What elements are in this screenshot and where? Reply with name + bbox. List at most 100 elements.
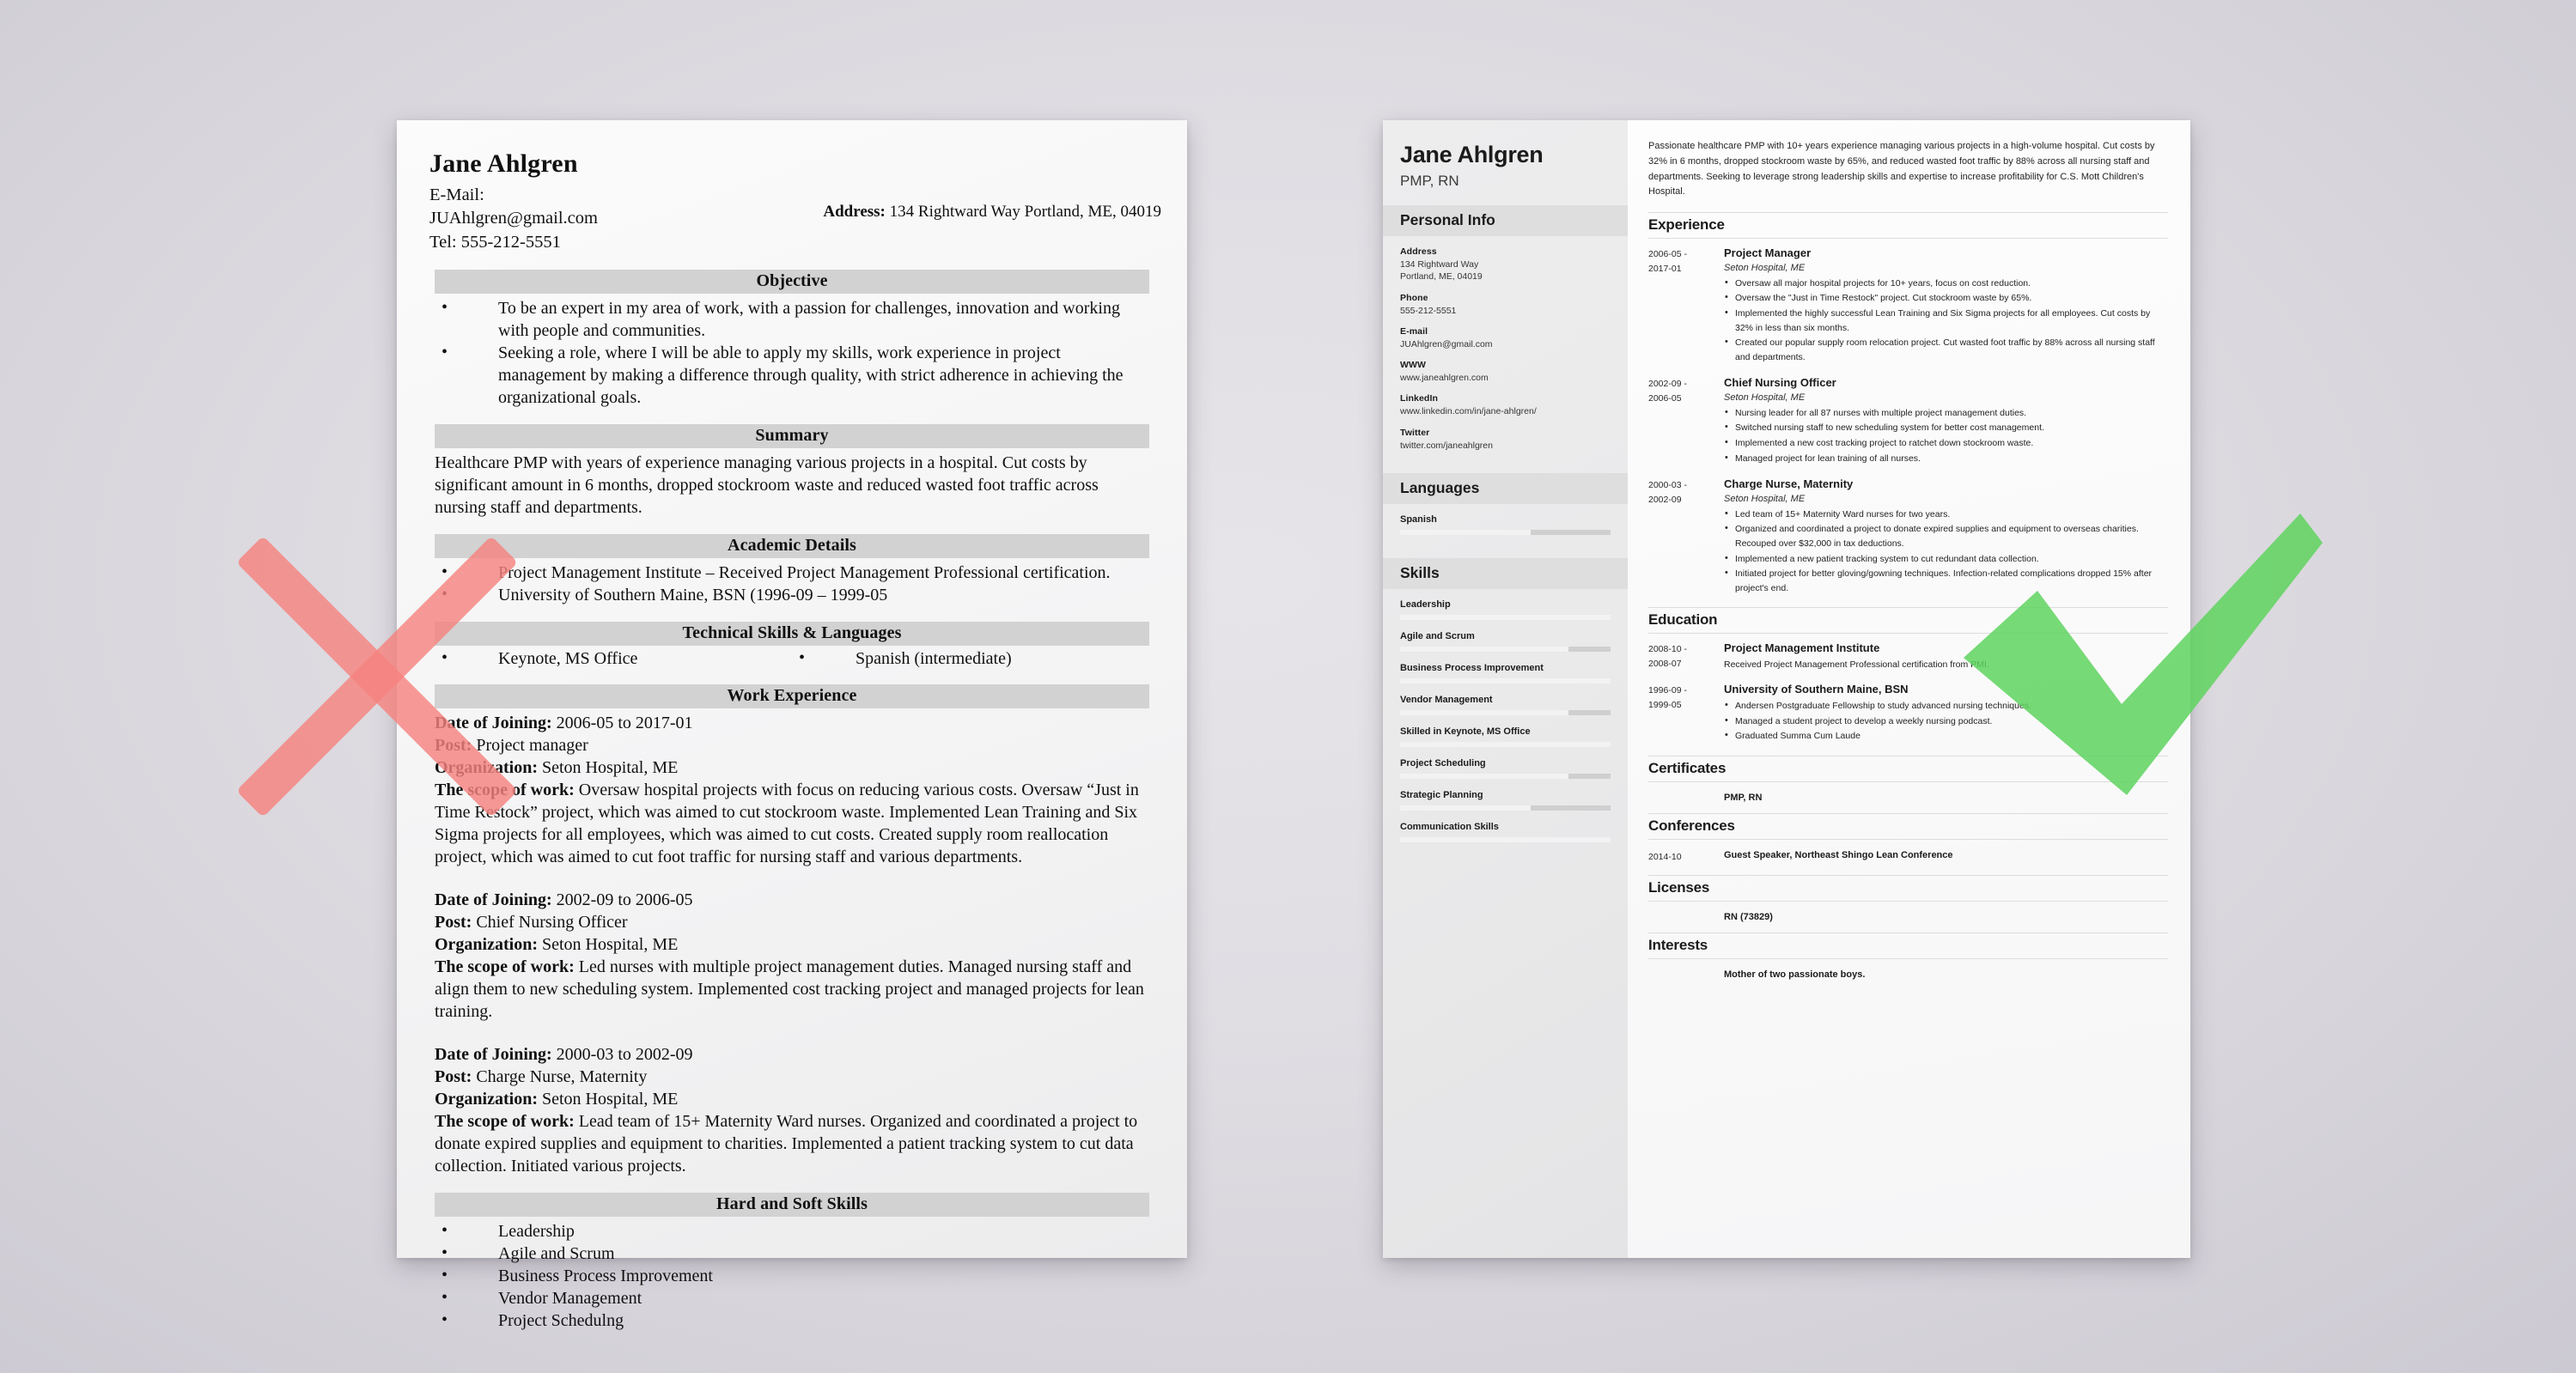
bad-resume-contact-row: E-Mail: JUAhlgren@gmail.com Tel: 555-212…	[429, 184, 1161, 254]
good-resume-page: Jane Ahlgren PMP, RN Personal Info Addre…	[1383, 120, 2190, 1258]
contact-field-label: E-mail	[1400, 325, 1428, 337]
list-item: Switched nursing staff to new scheduling…	[1724, 421, 2168, 435]
rating-bar	[1400, 614, 1611, 620]
rating-bar	[1400, 529, 1611, 535]
entry-text: Received Project Management Professional…	[1724, 659, 1989, 670]
good-summary-text: Passionate healthcare PMP with 10+ years…	[1648, 141, 2155, 197]
bad-work-date-label: Date of Joining:	[435, 1045, 552, 1065]
contact-field-value: 134 Rightward Way Portland, ME, 04019	[1400, 259, 1483, 282]
skill-rating: Vendor Management	[1400, 695, 1611, 715]
skill-name: Vendor Management	[1400, 694, 1493, 705]
good-section-heading-certificates: Certificates	[1648, 755, 2168, 782]
certificates-row: PMP, RN	[1648, 790, 2168, 806]
rating-bar	[1400, 709, 1611, 715]
contact-field-label: WWW	[1400, 360, 1427, 371]
bad-section-heading-work: Work Experience	[435, 684, 1149, 709]
skill-name: Leadership	[1400, 598, 1451, 610]
bad-work-entry: Date of Joining: 2002-09 to 2006-05 Post…	[435, 889, 1149, 1023]
skill-rating: Skilled in Keynote, MS Office	[1400, 726, 1611, 747]
bad-resume-address: Address: 134 Rightward Way Portland, ME,…	[823, 184, 1161, 222]
contact-field-value: twitter.com/janeahlgren	[1400, 440, 1493, 451]
list-item: Led team of 15+ Maternity Ward nurses fo…	[1724, 507, 2168, 522]
bad-work-entry: Date of Joining: 2006-05 to 2017-01 Post…	[435, 712, 1149, 868]
list-item: University of Southern Maine, BSN (1996-…	[435, 583, 1149, 606]
skill-name: Skilled in Keynote, MS Office	[1400, 726, 1531, 737]
bad-work-date-label: Date of Joining:	[435, 714, 552, 733]
entry-date: 2000-03 - 2002-09	[1648, 480, 1687, 506]
bad-work-org-label: Organization:	[435, 935, 538, 955]
rating-bar-fill	[1400, 741, 1611, 747]
bad-work-date-value: 2000-03 to 2002-09	[551, 1045, 693, 1065]
bad-work-date-value: 2006-05 to 2017-01	[551, 714, 693, 733]
good-resume-main: Passionate healthcare PMP with 10+ years…	[1628, 120, 2190, 1258]
bad-work-post-label: Post:	[435, 1067, 472, 1087]
entry-role: University of Southern Maine, BSN	[1724, 683, 1909, 696]
list-item: Project Management Institute – Received …	[435, 561, 1149, 584]
good-resume-header: Jane Ahlgren PMP, RN	[1383, 120, 1628, 205]
contact-field: WWW www.janeahlgren.com	[1400, 360, 1611, 384]
list-item: Organized and coordinated a project to d…	[1724, 521, 2168, 550]
bad-resume-contact-left: E-Mail: JUAhlgren@gmail.com Tel: 555-212…	[429, 184, 642, 254]
entry-detail: Charge Nurse, Maternity Seton Hospital, …	[1724, 477, 2168, 596]
bad-technical-row: Keynote, MS Office Spanish (intermediate…	[435, 648, 1149, 669]
list-item: Seeking a role, where I will be able to …	[435, 341, 1149, 409]
bad-work-scope-label: The scope of work:	[435, 781, 575, 800]
entry-role: Charge Nurse, Maternity	[1724, 477, 1854, 491]
good-resume-sidebar: Jane Ahlgren PMP, RN Personal Info Addre…	[1383, 120, 1628, 1258]
good-languages-list: Spanish	[1383, 504, 1628, 558]
rating-bar	[1400, 836, 1611, 842]
rating-bar	[1400, 773, 1611, 779]
rating-bar	[1400, 805, 1611, 811]
bad-resume-name: Jane Ahlgren	[429, 149, 578, 178]
entry-date	[1648, 969, 1724, 980]
entry-bullets: Andersen Postgraduate Fellowship to stud…	[1724, 698, 2168, 744]
entry-value: Mother of two passionate boys.	[1724, 969, 1866, 980]
skill-rating: Communication Skills	[1400, 822, 1611, 842]
list-item: Nursing leader for all 87 nurses with mu…	[1724, 405, 2168, 421]
rating-bar-fill	[1400, 614, 1611, 620]
rating-bar	[1400, 677, 1611, 683]
licenses-row: RN (73829)	[1648, 909, 2168, 926]
skill-name: Business Process Improvement	[1400, 662, 1544, 673]
bad-section-heading-objective: Objective	[435, 270, 1149, 295]
entry-role: Chief Nursing Officer	[1724, 376, 1836, 390]
list-item: Leadership	[435, 1219, 1149, 1242]
entry-date: 2006-05 - 2017-01	[1648, 249, 1687, 275]
contact-field-label: Twitter	[1400, 427, 1430, 438]
bad-section-heading-skills: Hard and Soft Skills	[435, 1193, 1149, 1218]
good-resume-name: Jane Ahlgren	[1400, 142, 1544, 167]
contact-field: E-mail JUAhlgren@gmail.com	[1400, 326, 1611, 350]
bad-technical-left: Keynote, MS Office	[435, 648, 792, 669]
entry-detail: Project Manager Seton Hospital, ME Overs…	[1724, 246, 2168, 365]
rating-bar-fill	[1400, 529, 1531, 535]
skill-rating: Business Process Improvement	[1400, 663, 1611, 683]
bad-academic-list: Project Management Institute – Received …	[435, 561, 1149, 606]
entry-org: Seton Hospital, ME	[1724, 493, 1806, 504]
entry-date: 2002-09 - 2006-05	[1648, 379, 1687, 404]
bad-resume-address-label: Address:	[823, 203, 886, 221]
bad-resume-email: E-Mail: JUAhlgren@gmail.com	[429, 185, 598, 228]
skill-name: Agile and Scrum	[1400, 630, 1475, 641]
entry-value: Guest Speaker, Northeast Shingo Lean Con…	[1724, 849, 1953, 860]
entry-value: PMP, RN	[1724, 792, 1763, 803]
list-item: Implemented a new patient tracking syste…	[1724, 551, 2168, 567]
list-item: Managed project for lean training of all…	[1724, 451, 2168, 466]
rating-bar-fill	[1400, 646, 1568, 652]
list-item: Oversaw all major hospital projects for …	[1724, 276, 2168, 291]
bad-work-date-value: 2002-09 to 2006-05	[551, 890, 693, 910]
entry-detail: University of Southern Maine, BSN Anders…	[1724, 683, 2168, 744]
good-section-heading-licenses: Licenses	[1648, 874, 2168, 902]
entry-bullets: Nursing leader for all 87 nurses with mu…	[1724, 405, 2168, 466]
contact-field-value: JUAhlgren@gmail.com	[1400, 338, 1493, 349]
bad-resume-page: Jane Ahlgren E-Mail: JUAhlgren@gmail.com…	[397, 120, 1187, 1331]
list-item: Agile and Scrum	[435, 1242, 1149, 1265]
experience-entry: 2000-03 - 2002-09 Charge Nurse, Maternit…	[1648, 477, 2168, 596]
list-item: Created our popular supply room relocati…	[1724, 335, 2168, 364]
bad-section-heading-technical: Technical Skills & Languages	[435, 622, 1149, 647]
entry-date: 2014-10	[1648, 851, 1682, 862]
bad-work-date-label: Date of Joining:	[435, 890, 552, 910]
entry-value: RN (73829)	[1724, 911, 1773, 922]
skill-rating: Project Scheduling	[1400, 758, 1611, 779]
good-personal-info-list: Address 134 Rightward Way Portland, ME, …	[1383, 236, 1628, 473]
